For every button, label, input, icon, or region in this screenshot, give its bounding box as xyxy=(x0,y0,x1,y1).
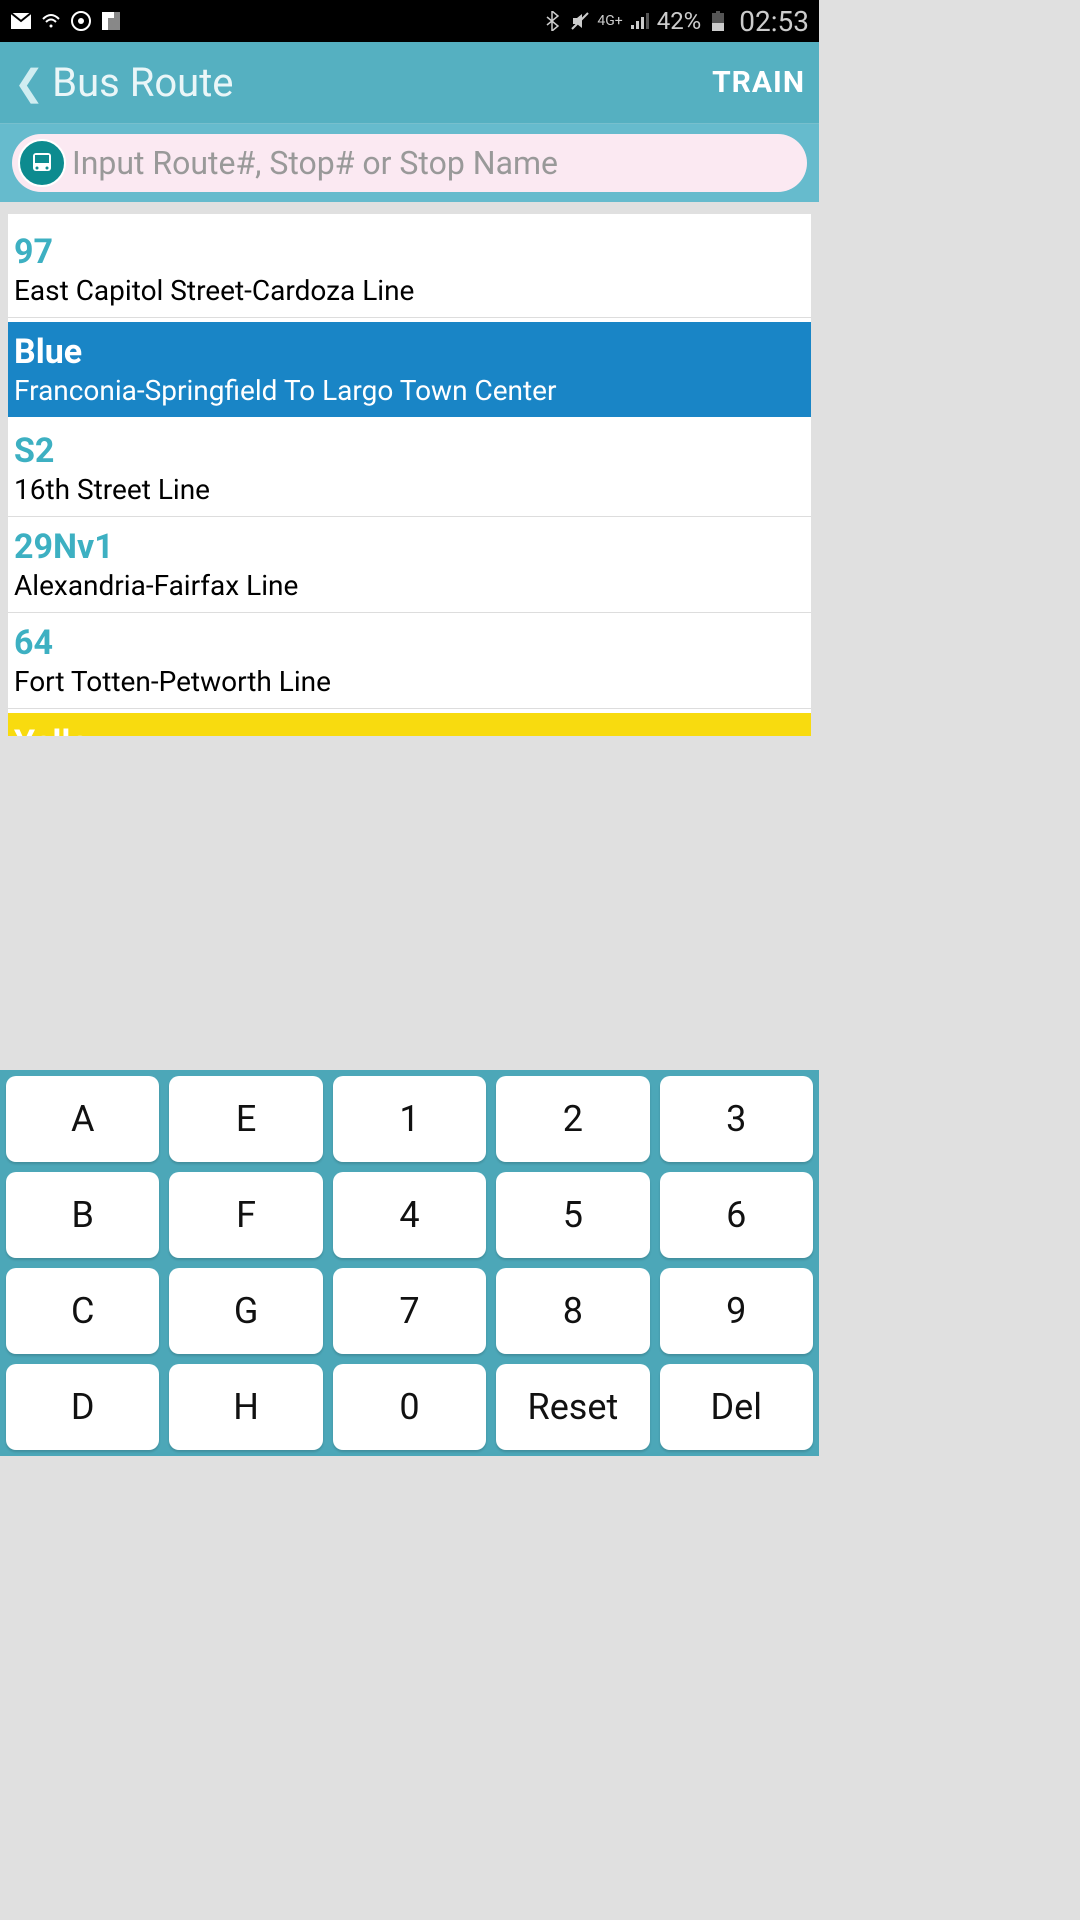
back-icon[interactable]: ❮ xyxy=(14,62,44,104)
route-id: Blue xyxy=(14,332,805,372)
key-0[interactable]: 0 xyxy=(333,1364,486,1450)
route-id: Yellow xyxy=(14,723,805,736)
key-b[interactable]: B xyxy=(6,1172,159,1258)
route-list[interactable]: 97East Capitol Street-Cardoza LineBlueFr… xyxy=(8,214,811,736)
signal-icon xyxy=(629,10,651,32)
key-5[interactable]: 5 xyxy=(496,1172,649,1258)
chrome-icon xyxy=(70,10,92,32)
key-h[interactable]: H xyxy=(169,1364,322,1450)
key-g[interactable]: G xyxy=(169,1268,322,1354)
key-8[interactable]: 8 xyxy=(496,1268,649,1354)
route-name: 16th Street Line xyxy=(14,473,805,506)
route-id: 64 xyxy=(14,623,805,663)
key-1[interactable]: 1 xyxy=(333,1076,486,1162)
status-right: 4G+ 42% 02:53 xyxy=(541,5,809,38)
route-item[interactable]: BlueFranconia-Springfield To Largo Town … xyxy=(8,322,811,417)
route-item[interactable]: S216th Street Line xyxy=(8,421,811,517)
key-3[interactable]: 3 xyxy=(660,1076,813,1162)
key-e[interactable]: E xyxy=(169,1076,322,1162)
key-f[interactable]: F xyxy=(169,1172,322,1258)
route-item[interactable]: YellowHuntington To Fort Totten xyxy=(8,713,811,736)
train-button[interactable]: TRAIN xyxy=(712,65,805,100)
route-name: Fort Totten-Petworth Line xyxy=(14,665,805,698)
route-item[interactable]: 29Nv1Alexandria-Fairfax Line xyxy=(8,517,811,613)
key-a[interactable]: A xyxy=(6,1076,159,1162)
key-d[interactable]: D xyxy=(6,1364,159,1450)
key-9[interactable]: 9 xyxy=(660,1268,813,1354)
app-bar: ❮ Bus Route TRAIN xyxy=(0,42,819,124)
search-pill[interactable] xyxy=(12,134,807,192)
key-2[interactable]: 2 xyxy=(496,1076,649,1162)
key-6[interactable]: 6 xyxy=(660,1172,813,1258)
page-title: Bus Route xyxy=(52,59,233,106)
route-name: Alexandria-Fairfax Line xyxy=(14,569,805,602)
search-input[interactable] xyxy=(72,144,801,182)
bluetooth-icon xyxy=(541,10,563,32)
key-4[interactable]: 4 xyxy=(333,1172,486,1258)
status-time: 02:53 xyxy=(739,5,809,38)
route-name: Franconia-Springfield To Largo Town Cent… xyxy=(14,374,805,407)
status-left xyxy=(10,10,122,32)
search-bar xyxy=(0,124,819,202)
route-id: S2 xyxy=(14,431,805,471)
battery-percent: 42% xyxy=(657,7,702,35)
wifi-icon xyxy=(40,10,62,32)
route-id: 97 xyxy=(14,232,805,272)
key-del[interactable]: Del xyxy=(660,1364,813,1450)
bus-icon xyxy=(18,139,66,187)
battery-icon xyxy=(707,10,729,32)
route-name: East Capitol Street-Cardoza Line xyxy=(14,274,805,307)
key-7[interactable]: 7 xyxy=(333,1268,486,1354)
status-bar: 4G+ 42% 02:53 xyxy=(0,0,819,42)
network-label: 4G+ xyxy=(597,13,622,29)
gmail-icon xyxy=(10,10,32,32)
key-c[interactable]: C xyxy=(6,1268,159,1354)
keypad: AE123 BF456 CG789 DH0ResetDel xyxy=(0,1070,819,1456)
flipboard-icon xyxy=(100,10,122,32)
route-item[interactable]: 64Fort Totten-Petworth Line xyxy=(8,613,811,709)
mute-icon xyxy=(569,10,591,32)
route-item[interactable]: 97East Capitol Street-Cardoza Line xyxy=(8,222,811,318)
route-id: 29Nv1 xyxy=(14,527,805,567)
key-reset[interactable]: Reset xyxy=(496,1364,649,1450)
